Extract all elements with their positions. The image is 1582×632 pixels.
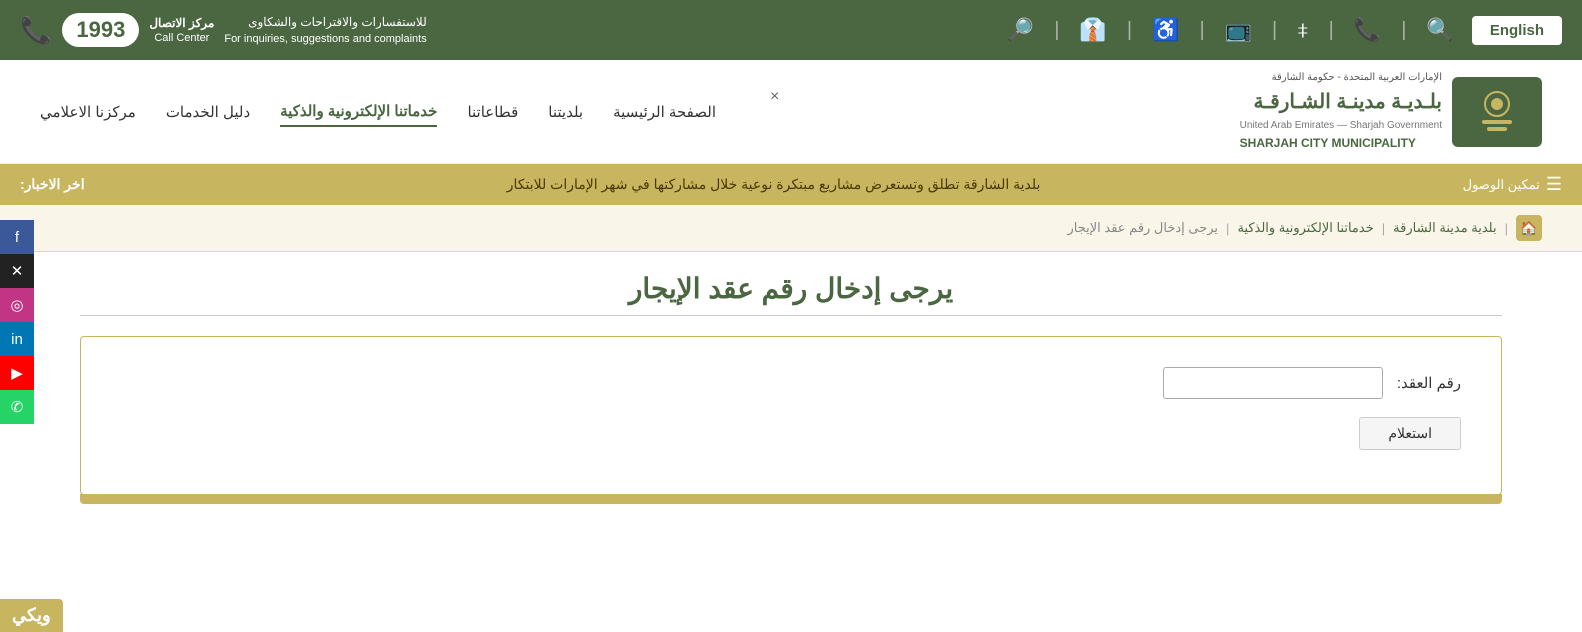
accessibility-icon[interactable]: ♿ xyxy=(1152,17,1179,43)
call-center-number[interactable]: 1993 xyxy=(62,13,139,47)
logo-image xyxy=(1452,77,1542,147)
header: الإمارات العربية المتحدة - حكومة الشارقة… xyxy=(0,60,1582,164)
nav-item-services-guide[interactable]: دليل الخدمات xyxy=(166,98,250,126)
phone-icon[interactable]: 📞 xyxy=(1354,17,1381,43)
call-center-box: للاستفسارات والاقتراحات والشكاوى For inq… xyxy=(20,13,427,48)
english-button[interactable]: English xyxy=(1472,16,1562,45)
submit-button[interactable]: استعلام xyxy=(1359,417,1461,450)
municipality-en-sub: United Arab Emirates — Sharjah Governmen… xyxy=(1240,118,1442,134)
accessibility-settings-icon: ☰ xyxy=(1546,174,1562,195)
accessibility-button[interactable]: ☰ تمكين الوصول xyxy=(1463,174,1562,195)
news-label: اخر الاخبار: xyxy=(20,176,85,193)
call-center-label-en: Call Center xyxy=(154,32,209,44)
news-text: بلدية الشارقة تطلق وتستعرض مشاريع مبتكرة… xyxy=(85,176,1463,193)
social-youtube[interactable]: ▶ xyxy=(0,356,34,390)
breadcrumb-municipality[interactable]: بلدية مدينة الشارقة xyxy=(1393,220,1496,236)
accessibility-label: تمكين الوصول xyxy=(1463,177,1540,193)
nav-item-municipality[interactable]: بلديتنا xyxy=(548,98,583,126)
breadcrumb-home-icon[interactable]: 🏠 xyxy=(1516,215,1542,241)
form-bottom-bar xyxy=(80,494,1502,504)
call-center-label-ar: مركز الاتصال xyxy=(149,16,214,30)
social-facebook[interactable]: f xyxy=(0,220,34,254)
breadcrumb-current: يرجى إدخال رقم عقد الإيجار xyxy=(1068,220,1219,236)
title-divider xyxy=(80,315,1502,316)
close-ad-button[interactable]: × xyxy=(770,88,779,106)
logo-area: الإمارات العربية المتحدة - حكومة الشارقة… xyxy=(1240,70,1542,153)
breadcrumb-eservices[interactable]: خدماتنا الإلكترونية والذكية xyxy=(1237,220,1373,236)
zoom-icon[interactable]: 🔎 xyxy=(1007,17,1034,43)
logo-text: الإمارات العربية المتحدة - حكومة الشارقة… xyxy=(1240,70,1442,153)
news-bar: ☰ تمكين الوصول بلدية الشارقة تطلق وتستعر… xyxy=(0,164,1582,205)
social-x-twitter[interactable]: ✕ xyxy=(0,254,34,288)
wiki-button[interactable]: ويكي xyxy=(0,599,63,632)
main-content: يرجى إدخال رقم عقد الإيجار رقم العقد: اس… xyxy=(0,252,1582,524)
nav-item-sectors[interactable]: قطاعاتنا xyxy=(467,98,518,126)
call-phone-icon: 📞 xyxy=(20,15,52,46)
municipality-arabic: بلـديـة مدينـة الشـارقـة xyxy=(1240,86,1442,118)
contract-number-label: رقم العقد: xyxy=(1397,374,1461,392)
search-icon[interactable]: 🔍 xyxy=(1426,17,1453,43)
form-box: رقم العقد: استعلام xyxy=(80,336,1502,495)
social-instagram[interactable]: ◎ xyxy=(0,288,34,322)
contract-number-input[interactable] xyxy=(1163,367,1383,399)
top-bar: English 🔍 | 📞 | ⧧ | 📺 | ♿ | 👔 | 🔎 للاستف… xyxy=(0,0,1582,60)
social-whatsapp[interactable]: ✆ xyxy=(0,390,34,424)
page-title: يرجى إدخال رقم عقد الإيجار xyxy=(80,272,1502,305)
submit-row: استعلام xyxy=(121,413,1461,450)
breadcrumb: 🏠 | بلدية مدينة الشارقة | خدماتنا الإلكت… xyxy=(0,205,1582,252)
jobs-icon[interactable]: 👔 xyxy=(1079,17,1106,43)
nav-item-home[interactable]: الصفحة الرئيسية xyxy=(613,98,716,126)
sitemap-icon[interactable]: ⧧ xyxy=(1297,17,1308,43)
nav-item-eservices[interactable]: خدماتنا الإلكترونية والذكية xyxy=(280,97,437,127)
uae-label: الإمارات العربية المتحدة - حكومة الشارقة xyxy=(1240,70,1442,86)
top-bar-icons: 🔍 | 📞 | ⧧ | 📺 | ♿ | 👔 | 🔎 xyxy=(1007,17,1454,43)
call-center-arabic: للاستفسارات والاقتراحات والشكاوى xyxy=(224,13,426,31)
screen-icon[interactable]: 📺 xyxy=(1225,17,1252,43)
nav-item-media[interactable]: مركزنا الاعلامي xyxy=(40,98,136,126)
call-center-english: For inquiries, suggestions and complaint… xyxy=(224,31,426,48)
municipality-english: SHARJAH CITY MUNICIPALITY xyxy=(1240,134,1442,153)
top-bar-left: English 🔍 | 📞 | ⧧ | 📺 | ♿ | 👔 | 🔎 xyxy=(1007,16,1562,45)
contract-number-row: رقم العقد: xyxy=(121,367,1461,399)
social-sidebar: f ✕ ◎ in ▶ ✆ xyxy=(0,220,34,424)
main-nav: الصفحة الرئيسية بلديتنا قطاعاتنا خدماتنا… xyxy=(40,97,716,127)
social-linkedin[interactable]: in xyxy=(0,322,34,356)
